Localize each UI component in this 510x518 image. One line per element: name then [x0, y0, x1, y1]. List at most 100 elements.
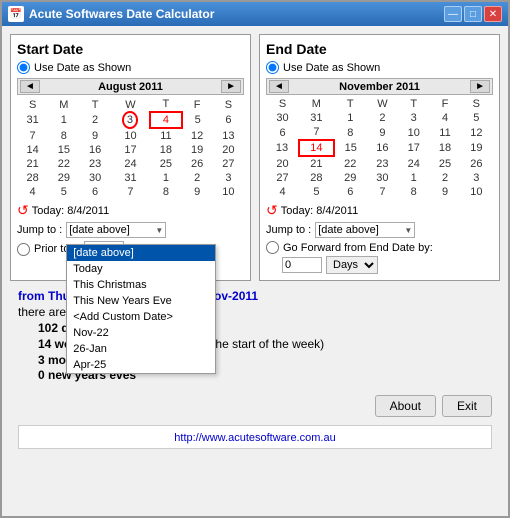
dropdown-item[interactable]: [date above] — [67, 245, 215, 261]
dropdown-item[interactable]: Nov-22 — [67, 325, 215, 341]
cal-day[interactable]: 29 — [334, 171, 367, 185]
cal-day[interactable]: 12 — [461, 125, 492, 140]
cal-day[interactable]: 2 — [367, 111, 398, 125]
cal-day[interactable]: 7 — [17, 128, 48, 143]
cal-day[interactable]: 16 — [367, 140, 398, 156]
dropdown-item[interactable]: Apr-25 — [67, 357, 215, 373]
start-next-btn[interactable]: ► — [221, 80, 241, 93]
cal-day[interactable]: 5 — [48, 185, 79, 199]
cal-day[interactable]: 21 — [299, 156, 334, 171]
start-prior-radio[interactable] — [17, 243, 30, 256]
cal-day[interactable]: 9 — [367, 125, 398, 140]
cal-day[interactable]: 11 — [429, 125, 460, 140]
about-button[interactable]: About — [375, 395, 436, 417]
cal-day[interactable]: 8 — [48, 128, 79, 143]
cal-day[interactable]: 4 — [429, 111, 460, 125]
cal-day[interactable]: 29 — [48, 171, 79, 185]
cal-day[interactable]: 31 — [17, 112, 48, 128]
cal-day[interactable]: 5 — [182, 112, 213, 128]
start-jump-dropdown[interactable]: [date above] ▼ — [66, 222, 166, 238]
cal-day[interactable]: 2 — [429, 171, 460, 185]
cal-day[interactable]: 15 — [48, 143, 79, 157]
cal-day[interactable]: 4 — [17, 185, 48, 199]
cal-day[interactable]: 21 — [17, 157, 48, 171]
cal-day[interactable]: 15 — [334, 140, 367, 156]
cal-day[interactable]: 24 — [398, 156, 429, 171]
exit-button[interactable]: Exit — [442, 395, 492, 417]
cal-day[interactable]: 3 — [111, 112, 151, 128]
footer-url[interactable]: http://www.acutesoftware.com.au — [174, 432, 335, 444]
cal-day[interactable]: 1 — [48, 112, 79, 128]
cal-day[interactable]: 11 — [150, 128, 181, 143]
cal-day[interactable]: 8 — [334, 125, 367, 140]
minimize-button[interactable]: — — [444, 6, 462, 22]
cal-day[interactable]: 26 — [461, 156, 492, 171]
cal-day[interactable]: 2 — [79, 112, 110, 128]
cal-day[interactable]: 26 — [182, 157, 213, 171]
cal-day[interactable]: 27 — [213, 157, 244, 171]
cal-day[interactable]: 19 — [182, 143, 213, 157]
cal-day[interactable]: 1 — [398, 171, 429, 185]
start-use-date-radio[interactable] — [17, 61, 30, 74]
end-jump-dropdown[interactable]: [date above] ▼ — [315, 222, 415, 238]
end-go-forward-unit-select[interactable]: Days — [326, 256, 378, 274]
cal-day[interactable]: 23 — [79, 157, 110, 171]
dropdown-item[interactable]: This Christmas — [67, 277, 215, 293]
cal-day[interactable]: 1 — [150, 171, 181, 185]
cal-day[interactable]: 28 — [299, 171, 334, 185]
end-next-btn[interactable]: ► — [470, 80, 490, 93]
close-button[interactable]: ✕ — [484, 6, 502, 22]
cal-day[interactable]: 7 — [367, 185, 398, 199]
cal-day[interactable]: 3 — [398, 111, 429, 125]
cal-day[interactable]: 7 — [299, 125, 334, 140]
cal-day[interactable]: 23 — [367, 156, 398, 171]
dropdown-item[interactable]: Today — [67, 261, 215, 277]
cal-day[interactable]: 17 — [398, 140, 429, 156]
cal-day[interactable]: 13 — [266, 140, 299, 156]
cal-day[interactable]: 8 — [150, 185, 181, 199]
cal-day[interactable]: 27 — [266, 171, 299, 185]
cal-day[interactable]: 1 — [334, 111, 367, 125]
cal-day[interactable]: 30 — [367, 171, 398, 185]
cal-day[interactable]: 10 — [398, 125, 429, 140]
cal-day[interactable]: 30 — [266, 111, 299, 125]
cal-day[interactable]: 31 — [299, 111, 334, 125]
cal-day[interactable]: 18 — [429, 140, 460, 156]
cal-day[interactable]: 13 — [213, 128, 244, 143]
cal-day[interactable]: 3 — [461, 171, 492, 185]
cal-day[interactable]: 9 — [182, 185, 213, 199]
cal-day[interactable]: 10 — [111, 128, 151, 143]
cal-day[interactable]: 7 — [111, 185, 151, 199]
cal-day[interactable]: 5 — [299, 185, 334, 199]
cal-day[interactable]: 10 — [461, 185, 492, 199]
cal-day[interactable]: 6 — [266, 125, 299, 140]
cal-day[interactable]: 30 — [79, 171, 110, 185]
dropdown-item[interactable]: This New Years Eve — [67, 293, 215, 309]
cal-day[interactable]: 6 — [213, 112, 244, 128]
cal-day[interactable]: 4 — [150, 112, 181, 128]
cal-day[interactable]: 28 — [17, 171, 48, 185]
cal-day[interactable]: 22 — [48, 157, 79, 171]
cal-day[interactable]: 9 — [79, 128, 110, 143]
cal-day[interactable]: 3 — [213, 171, 244, 185]
cal-day[interactable]: 4 — [266, 185, 299, 199]
cal-day[interactable]: 10 — [213, 185, 244, 199]
maximize-button[interactable]: □ — [464, 6, 482, 22]
cal-day[interactable]: 6 — [334, 185, 367, 199]
cal-day[interactable]: 16 — [79, 143, 110, 157]
cal-day[interactable]: 20 — [213, 143, 244, 157]
cal-day[interactable]: 22 — [334, 156, 367, 171]
end-prev-btn[interactable]: ◄ — [269, 80, 289, 93]
end-use-date-radio[interactable] — [266, 61, 279, 74]
dropdown-item[interactable]: <Add Custom Date> — [67, 309, 215, 325]
cal-day[interactable]: 6 — [79, 185, 110, 199]
cal-day[interactable]: 18 — [150, 143, 181, 157]
cal-day[interactable]: 14 — [299, 140, 334, 156]
cal-day[interactable]: 17 — [111, 143, 151, 157]
cal-day[interactable]: 25 — [429, 156, 460, 171]
cal-day[interactable]: 9 — [429, 185, 460, 199]
cal-day[interactable]: 5 — [461, 111, 492, 125]
cal-day[interactable]: 12 — [182, 128, 213, 143]
start-prev-btn[interactable]: ◄ — [20, 80, 40, 93]
cal-day[interactable]: 25 — [150, 157, 181, 171]
